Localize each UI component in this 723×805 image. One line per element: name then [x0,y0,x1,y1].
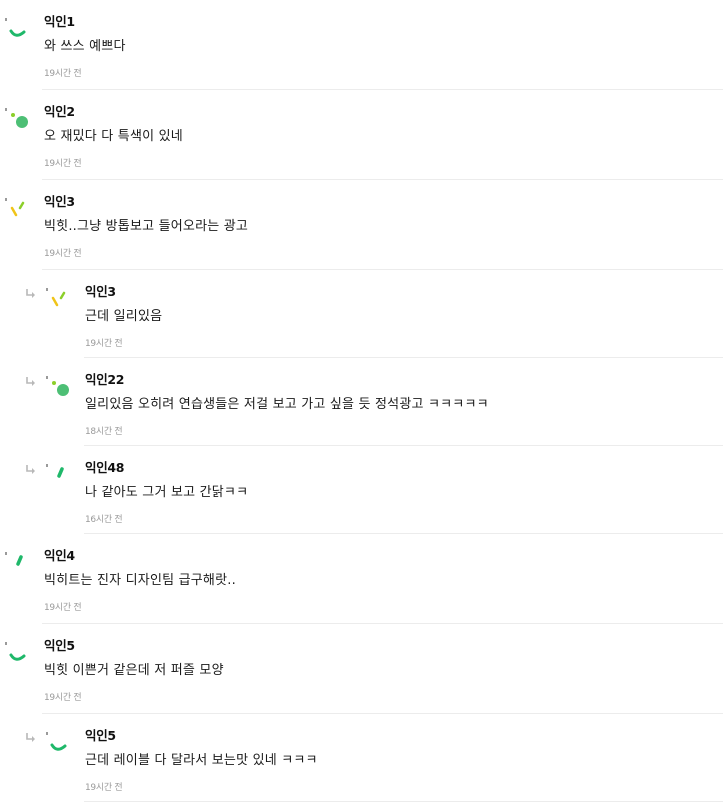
comment-nickname[interactable]: 익인3 [85,284,723,300]
avatar[interactable] [4,638,28,672]
comment-text: 빅힛 이쁜거 같은데 저 퍼즐 모양 [44,663,224,678]
reply-arrow-icon [25,376,37,388]
avatar[interactable] [4,104,28,138]
comment-divider [84,801,723,802]
comment-body: 익인5 근데 레이블 다 달라서 보는맛 있네 ㅋㅋㅋ 19시간 전 [85,728,723,794]
comment-time: 19시간 전 [44,159,82,169]
comment-body: 익인48 나 같아도 그거 보고 간닭ㅋㅋ 16시간 전 [85,460,723,526]
comment-nickname[interactable]: 익인2 [44,104,723,120]
avatar[interactable] [4,548,28,582]
comment: 익인3 빅힛..그냥 방톱보고 들어오라는 광고 19시간 전 [0,180,723,270]
comment-nickname[interactable]: 익인4 [44,548,723,564]
comment-time: 19시간 전 [44,69,82,79]
comment: 익인4 빅히트는 진자 디자인팀 급구해랏.. 19시간 전 [0,534,723,624]
comment-time: 19시간 전 [44,693,82,703]
comment-text: 오 재밌다 다 특색이 있네 [44,129,183,144]
comment-text: 빅히트는 진자 디자인팀 급구해랏.. [44,573,236,588]
comment-nickname[interactable]: 익인1 [44,14,723,30]
comment: 익인5 빅힛 이쁜거 같은데 저 퍼즐 모양 19시간 전 [0,624,723,714]
comment-list: 익인1 와 쓰스 예쁘다 19시간 전 익인2 오 재밌다 다 특색이 있네 19시간 전… [0,0,723,802]
comment-body: 익인1 와 쓰스 예쁘다 19시간 전 [44,14,723,80]
reply-arrow-icon [25,288,37,300]
comment-text: 빅힛..그냥 방톱보고 들어오라는 광고 [44,219,249,234]
comment-text: 근데 일리있음 [85,309,163,324]
comment-nickname[interactable]: 익인5 [44,638,723,654]
comment-time: 16시간 전 [85,515,123,525]
comment: 익인2 오 재밌다 다 특색이 있네 19시간 전 [0,90,723,180]
comment-nickname[interactable]: 익인3 [44,194,723,210]
comment-time: 19시간 전 [85,339,123,349]
reply-arrow-icon [25,464,37,476]
comment-body: 익인3 빅힛..그냥 방톱보고 들어오라는 광고 19시간 전 [44,194,723,260]
avatar[interactable] [45,372,69,406]
comment-nickname[interactable]: 익인22 [85,372,723,388]
avatar[interactable] [4,194,28,228]
comment-time: 19시간 전 [44,603,82,613]
comment-nickname[interactable]: 익인5 [85,728,723,744]
comment-time: 19시간 전 [85,783,123,793]
comment-body: 익인4 빅히트는 진자 디자인팀 급구해랏.. 19시간 전 [44,548,723,614]
comment-body: 익인3 근데 일리있음 19시간 전 [85,284,723,350]
reply-comment: 익인5 근데 레이블 다 달라서 보는맛 있네 ㅋㅋㅋ 19시간 전 [0,714,723,802]
reply-comment: 익인3 근데 일리있음 19시간 전 [0,270,723,358]
avatar[interactable] [45,460,69,494]
comment-body: 익인5 빅힛 이쁜거 같은데 저 퍼즐 모양 19시간 전 [44,638,723,704]
comment-body: 익인2 오 재밌다 다 특색이 있네 19시간 전 [44,104,723,170]
comment-text: 근데 레이블 다 달라서 보는맛 있네 ㅋㅋㅋ [85,753,318,768]
avatar[interactable] [4,14,28,48]
comment-time: 19시간 전 [44,249,82,259]
comment-text: 일리있음 오히려 연습생들은 저걸 보고 가고 싶을 듯 정석광고 ㅋㅋㅋㅋㅋ [85,397,489,412]
comment-text: 나 같아도 그거 보고 간닭ㅋㅋ [85,485,249,500]
comment: 익인1 와 쓰스 예쁘다 19시간 전 [0,0,723,90]
avatar[interactable] [45,728,69,762]
avatar[interactable] [45,284,69,318]
comment-text: 와 쓰스 예쁘다 [44,39,126,54]
comment-time: 18시간 전 [85,427,123,437]
comment-body: 익인22 일리있음 오히려 연습생들은 저걸 보고 가고 싶을 듯 정석광고 ㅋㅋ… [85,372,723,438]
reply-arrow-icon [25,732,37,744]
reply-comment: 익인22 일리있음 오히려 연습생들은 저걸 보고 가고 싶을 듯 정석광고 ㅋㅋ… [0,358,723,446]
comment-nickname[interactable]: 익인48 [85,460,723,476]
reply-comment: 익인48 나 같아도 그거 보고 간닭ㅋㅋ 16시간 전 [0,446,723,534]
